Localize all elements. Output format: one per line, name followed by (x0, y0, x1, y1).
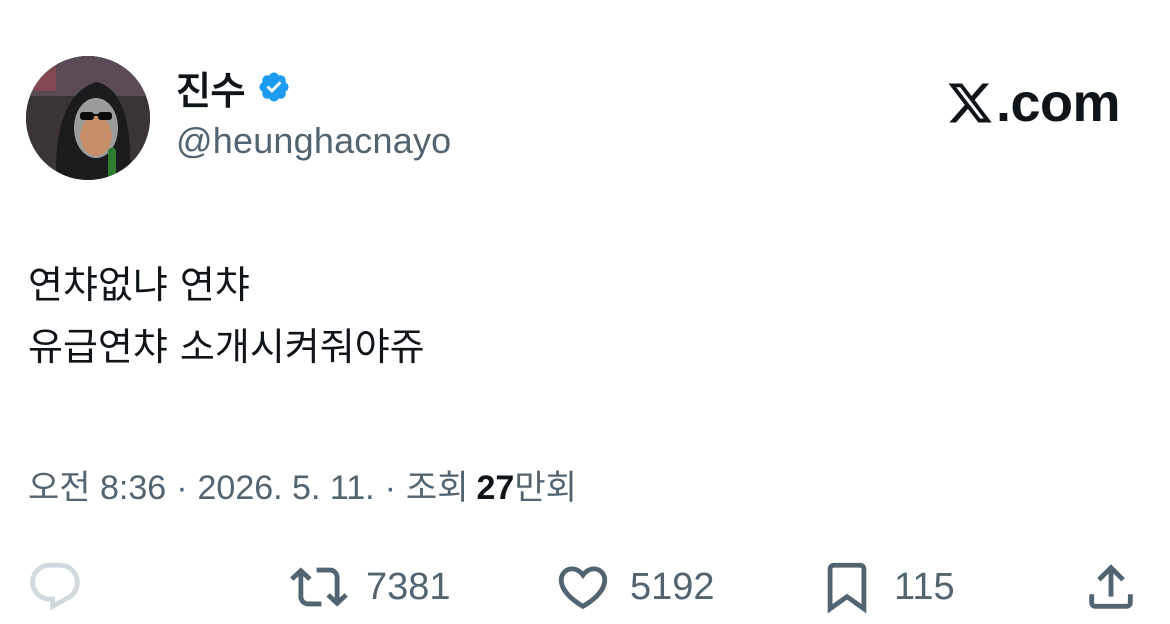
verified-badge-icon (259, 72, 289, 102)
avatar-image (26, 56, 150, 180)
user-handle[interactable]: @heunghacnayo (176, 120, 451, 162)
display-name-row: 진수 (176, 60, 291, 115)
brand-logo: .com (946, 72, 1121, 134)
like-button[interactable]: 5192 (554, 558, 715, 616)
bookmark-button[interactable]: 115 (818, 558, 955, 616)
tweet-line: 유급연챠 소개시켜줘야쥬 (28, 325, 425, 369)
tweet-time[interactable]: 오전 8:36 (28, 460, 166, 509)
bookmark-count: 115 (894, 565, 955, 608)
x-logo-icon (948, 83, 992, 123)
retweet-count: 7381 (366, 565, 451, 608)
meta-separator: · (384, 469, 396, 507)
share-button[interactable] (1082, 558, 1140, 616)
display-name[interactable]: 진수 (176, 60, 245, 115)
retweet-icon (290, 567, 348, 607)
heart-icon (558, 566, 608, 610)
tweet-meta: 오전 8:36 · 2026. 5. 11. · 조회 27 만회 (28, 460, 577, 509)
action-bar: 7381 5192 115 (0, 550, 1170, 620)
tweet-line: 연챠없냐 연챠 (28, 263, 250, 307)
views-unit: 만회 (514, 469, 577, 507)
reply-icon (30, 562, 80, 611)
views-count: 27 (476, 469, 515, 507)
avatar[interactable] (26, 56, 150, 180)
tweet-text: 연챠없냐 연챠 유급연챠 소개시켜줘야쥬 (28, 254, 425, 378)
share-icon (1089, 564, 1133, 609)
views-label: 조회 (405, 469, 469, 507)
tweet-date[interactable]: 2026. 5. 11. (198, 469, 375, 508)
reply-button[interactable] (26, 558, 84, 616)
retweet-button[interactable]: 7381 (290, 558, 451, 616)
meta-separator: · (176, 469, 188, 507)
bookmark-icon (827, 562, 867, 614)
brand-domain: .com (995, 73, 1121, 133)
like-count: 5192 (630, 565, 715, 608)
